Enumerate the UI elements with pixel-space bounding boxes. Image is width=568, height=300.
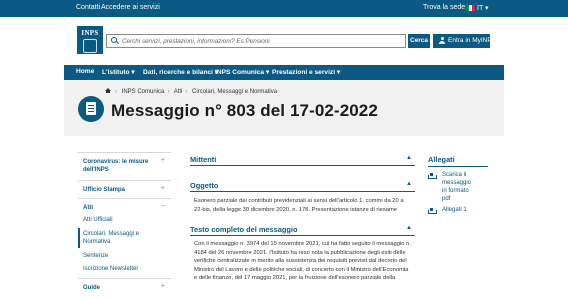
testo-completo-text: Con il messaggio n. 3974 del 15 novembre… (194, 241, 411, 282)
accedere-servizi-link[interactable]: Accedere ai servizi (101, 4, 160, 11)
sidebar-item-sentenze[interactable]: Sentenze (83, 252, 108, 260)
nav-istituto-label: L'Istituto (102, 69, 130, 76)
top-utility-bar: Contatti Accedere ai servizi Trova la se… (0, 0, 568, 17)
nav-prestazioni-label: Prestazioni e servizi (272, 69, 336, 76)
testo-completo-label: Testo completo del messaggio (190, 225, 298, 234)
sidebar-item-atti-ufficiali[interactable]: Atti Ufficiali (83, 216, 113, 224)
nav-prestazioni[interactable]: Prestazioni e servizi ▾ (272, 68, 340, 76)
breadcrumb-inps-comunica[interactable]: INPS Comunica (122, 89, 165, 95)
plus-icon[interactable]: + (161, 157, 165, 164)
sidebar: Coronavirus: le misure dell'INPS + Uffic… (78, 152, 171, 300)
sidebar-section-label: Atti (83, 205, 93, 211)
main-navigation: Home L'Istituto ▾ Dati, ricerche e bilan… (64, 65, 504, 80)
document-icon (78, 96, 104, 122)
oggetto-text: Esonero parziale dei contributi previden… (194, 198, 404, 213)
divider (190, 191, 415, 192)
myinps-label: Entra in MyINPS (448, 37, 497, 44)
plus-icon[interactable]: + (161, 185, 165, 192)
contatti-link[interactable]: Contatti (76, 4, 100, 11)
allegati-1-label: Allegati 1 (442, 207, 467, 213)
emblem-icon (83, 39, 97, 53)
oggetto-heading[interactable]: Oggetto ▲ (190, 181, 415, 190)
sidebar-section-label: Coronavirus: le misure dell'INPS (83, 159, 149, 173)
mittenti-label: Mittenti (190, 155, 217, 164)
download-icon (428, 208, 437, 214)
search-input[interactable] (122, 36, 402, 46)
sidebar-item-newsletter[interactable]: Iscrizione Newsletter (83, 265, 138, 273)
cerca-button[interactable]: Cerca (408, 34, 430, 48)
breadcrumb-circolari[interactable]: Circolari, Messaggi e Normativa (192, 89, 277, 95)
logo-text: INPS (81, 29, 99, 37)
home-icon[interactable] (105, 88, 111, 93)
scarica-line-2: messaggio (442, 180, 472, 186)
chevron-up-icon: ▲ (406, 225, 412, 231)
scarica-line-3: in formato (442, 188, 469, 194)
divider (190, 165, 415, 166)
allegati-heading: Allegati (428, 155, 455, 164)
search-icon (111, 37, 120, 45)
page-title: Messaggio n° 803 del 17-02-2022 (111, 101, 378, 120)
trova-sede-link[interactable]: Trova la sede (423, 4, 465, 11)
scarica-line-1: Scarica il (442, 172, 467, 178)
plus-icon[interactable]: + (161, 283, 165, 290)
breadcrumb: › INPS Comunica › Atti › Circolari, Messag… (105, 88, 280, 95)
search-box (106, 34, 406, 48)
mittenti-heading[interactable]: Mittenti ▲ (190, 155, 415, 164)
myinps-login-button[interactable]: Entra in MyINPS (433, 34, 496, 48)
breadcrumb-atti[interactable]: Atti (174, 89, 183, 95)
sidebar-section-coronavirus[interactable]: Coronavirus: le misure dell'INPS + (78, 152, 171, 180)
nav-dati-label: Dati, ricerche e bilanci (143, 69, 213, 76)
minus-icon[interactable]: − (161, 203, 165, 210)
chevron-up-icon: ▲ (406, 181, 412, 187)
sidebar-section-label: Ufficio Stampa (83, 187, 126, 193)
active-item-indicator (78, 228, 80, 248)
sidebar-section-ufficio-stampa[interactable]: Ufficio Stampa + (78, 180, 171, 198)
inps-logo[interactable]: INPS (77, 26, 103, 54)
language-label: IT (477, 5, 484, 12)
nav-istituto[interactable]: L'Istituto ▾ (102, 68, 135, 76)
chevron-up-icon: ▲ (406, 155, 412, 161)
nav-dati-ricerche[interactable]: Dati, ricerche e bilanci ▾ (143, 68, 218, 76)
download-icon (428, 173, 437, 179)
divider (428, 166, 488, 167)
oggetto-label: Oggetto (190, 181, 219, 190)
sidebar-section-guide[interactable]: Guide + (78, 278, 171, 300)
sidebar-section-label: Guide (83, 285, 101, 291)
user-icon (439, 37, 445, 44)
divider (190, 235, 415, 236)
nav-inps-comunica[interactable]: INPS Comunica ▾ (215, 68, 269, 76)
italian-flag-icon[interactable] (466, 5, 475, 11)
sidebar-item-circolari[interactable]: Circolari, Messaggi e Normativa (83, 230, 163, 246)
nav-home[interactable]: Home (76, 68, 94, 75)
testo-completo-heading[interactable]: Testo completo del messaggio ▲ (190, 225, 415, 234)
scarica-line-4: pdf (442, 196, 451, 202)
nav-comunica-label: INPS Comunica (215, 69, 265, 76)
language-selector[interactable]: IT ▾ (477, 4, 489, 12)
